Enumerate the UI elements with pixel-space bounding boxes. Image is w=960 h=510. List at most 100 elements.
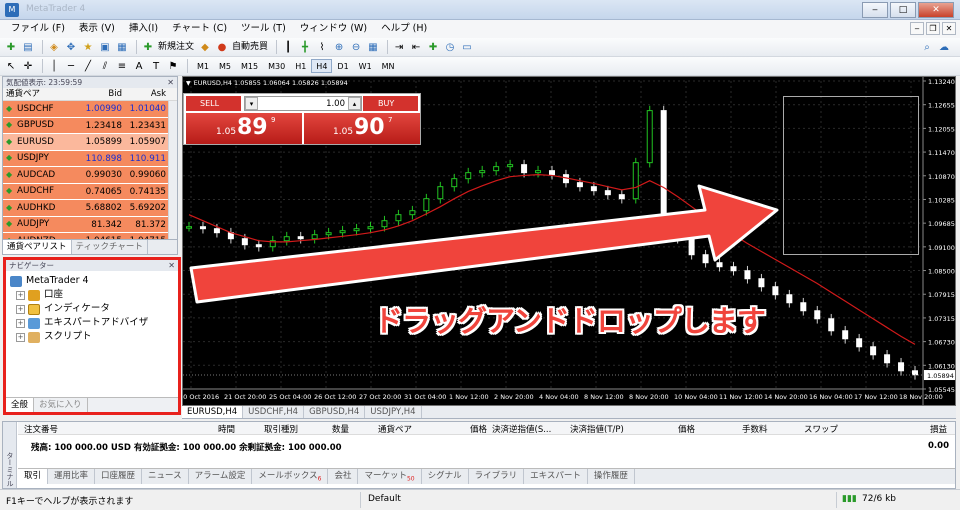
market-watch-row[interactable]: ◆ GBPUSD 1.23418 1.23431 [3,117,177,134]
menu-help[interactable]: ヘルプ (H) [374,20,434,38]
col-symbol[interactable]: 通貨ペア [378,423,412,435]
lot-size-input[interactable]: ▾ 1.00 ▴ [244,96,362,111]
navigator-icon[interactable]: ★ [81,40,95,55]
col-ask[interactable]: Ask [122,88,168,100]
tab-company[interactable]: 会社 [328,469,359,484]
col-price[interactable]: 価格 [470,423,487,435]
chart-tab-usdjpy[interactable]: USDJPY,H4 [365,406,422,418]
buy-price-box[interactable]: 1.05 90 7 [304,113,420,144]
crosshair-icon[interactable]: ✛ [21,59,35,74]
chart-tab-gbpusd[interactable]: GBPUSD,H4 [304,406,366,418]
tree-item-accounts[interactable]: + 口座 [6,288,178,302]
tab-market[interactable]: マーケット50 [358,469,422,484]
expand-icon[interactable]: + [16,304,25,314]
tab-signals[interactable]: シグナル [422,469,469,484]
sell-price-box[interactable]: 1.05 89 9 [186,113,302,144]
zoom-out-icon[interactable]: ⊖ [349,40,363,55]
timeframe-m1[interactable]: M1 [192,59,214,73]
timeframe-d1[interactable]: D1 [332,59,353,73]
col-take-profit[interactable]: 決済指値(T/P) [570,423,624,435]
col-current-price[interactable]: 価格 [678,423,695,435]
data-window-icon[interactable]: ✥ [64,40,78,55]
tab-trade[interactable]: 取引 [18,469,49,484]
chart-tab-eurusd[interactable]: EURUSD,H4 [182,406,244,418]
new-order-button[interactable]: 新規注文 [158,40,194,55]
tab-news[interactable]: ニュース [142,469,189,484]
mdi-minimize-button[interactable]: ‒ [910,22,924,35]
templates-icon[interactable]: ▭ [460,40,474,55]
tree-item-scripts[interactable]: + スクリプト [6,330,178,344]
minimize-button[interactable]: ‒ [862,2,888,18]
expand-icon[interactable]: + [16,332,25,342]
col-volume[interactable]: 数量 [332,423,349,435]
timeframe-m5[interactable]: M5 [214,59,236,73]
tab-tick-chart[interactable]: ティックチャート [72,240,148,254]
chat-icon[interactable]: ☁ [937,40,951,55]
market-watch-row[interactable]: ◆ USDJPY 110.898 110.911 [3,150,177,167]
candlestick-icon[interactable]: ╋ [298,40,312,55]
col-order[interactable]: 注文番号 [24,423,58,435]
menu-file[interactable]: ファイル (F) [4,20,72,38]
tab-mailbox[interactable]: メールボックス6 [252,469,329,484]
bar-chart-icon[interactable]: ┃ [281,40,295,55]
profiles-icon[interactable]: ▤ [21,40,35,55]
sell-button[interactable]: SELL [186,96,241,111]
timeframe-m15[interactable]: M15 [236,59,263,73]
timeframe-h4[interactable]: H4 [311,59,333,73]
chart-shift-icon[interactable]: ⇤ [409,40,423,55]
close-icon[interactable]: ✕ [167,77,174,88]
tab-symbols[interactable]: 通貨ペアリスト [3,240,72,254]
expand-icon[interactable]: + [16,318,25,328]
lot-increase-button[interactable]: ▴ [348,97,361,110]
tab-journal[interactable]: 操作履歴 [588,469,635,484]
col-bid[interactable]: Bid [75,88,122,100]
new-chart-icon[interactable]: ✚ [4,40,18,55]
horizontal-line-icon[interactable]: ─ [64,59,78,74]
fibonacci-icon[interactable]: ≡ [115,59,129,74]
auto-trading-icon[interactable]: ● [215,40,229,55]
close-icon[interactable]: ✕ [168,260,175,271]
expand-icon[interactable]: + [16,290,25,300]
tile-windows-icon[interactable]: ▦ [366,40,380,55]
terminal-icon[interactable]: ▣ [98,40,112,55]
tree-item-indicators[interactable]: + インディケータ [6,302,178,316]
menu-window[interactable]: ウィンドウ (W) [293,20,374,38]
col-commission[interactable]: 手数料 [742,423,768,435]
trendline-icon[interactable]: ╱ [81,59,95,74]
auto-scroll-icon[interactable]: ⇥ [392,40,406,55]
indicators-icon[interactable]: ✚ [426,40,440,55]
chart-tab-usdchf[interactable]: USDCHF,H4 [243,406,305,418]
menu-tools[interactable]: ツール (T) [234,20,293,38]
tab-code-base[interactable]: ライブラリ [469,469,525,484]
zoom-in-icon[interactable]: ⊕ [332,40,346,55]
vertical-line-icon[interactable]: │ [47,59,61,74]
market-watch-row[interactable]: ◆ EURUSD 1.05899 1.05907 [3,134,177,151]
market-watch-row[interactable]: ◆ AUDJPY 81.342 81.372 [3,216,177,233]
market-watch-row[interactable]: ◆ AUDCHF 0.74065 0.74135 [3,183,177,200]
tab-exposure[interactable]: 運用比率 [48,469,96,484]
col-time[interactable]: 時間 [218,423,235,435]
auto-trading-button[interactable]: 自動売買 [232,40,268,55]
metaeditor-icon[interactable]: ◆ [198,40,212,55]
timeframe-h1[interactable]: H1 [290,59,311,73]
search-icon[interactable]: ⌕ [920,40,934,55]
menu-view[interactable]: 表示 (V) [72,20,122,38]
tree-item-experts[interactable]: + エキスパートアドバイザ [6,316,178,330]
timeframe-mn[interactable]: MN [377,59,400,73]
market-watch-row[interactable]: ◆ AUDCAD 0.99030 0.99060 [3,167,177,184]
close-button[interactable]: ✕ [918,2,954,18]
line-chart-icon[interactable]: ⌇ [315,40,329,55]
market-watch-row[interactable]: ◆ USDCHF 1.00990 1.01040 [3,101,177,118]
text-icon[interactable]: A [132,59,146,74]
tester-icon[interactable]: ▦ [115,40,129,55]
col-swap[interactable]: スワップ [804,423,838,435]
col-type[interactable]: 取引種別 [264,423,298,435]
scrollbar[interactable] [168,101,177,239]
market-watch-icon[interactable]: ◈ [47,40,61,55]
menu-insert[interactable]: 挿入(I) [122,20,165,38]
tab-history[interactable]: 口座履歴 [95,469,143,484]
cursor-icon[interactable]: ↖ [4,59,18,74]
tab-experts[interactable]: エキスパート [524,469,588,484]
buy-button[interactable]: BUY [363,96,418,111]
mdi-close-button[interactable]: ✕ [942,22,956,35]
